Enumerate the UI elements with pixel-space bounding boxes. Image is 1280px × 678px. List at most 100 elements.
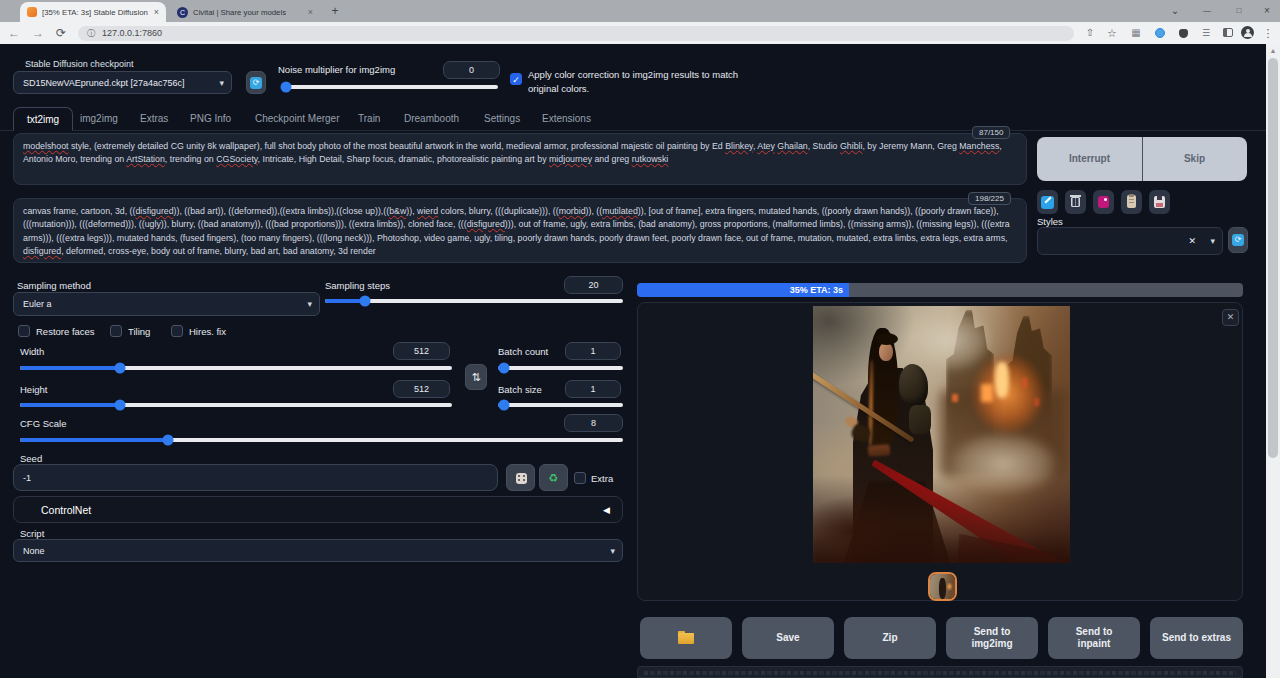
color-correction-checkbox[interactable]: ✓ <box>510 73 522 85</box>
refresh-checkpoint-button[interactable]: ⟳ <box>246 71 266 94</box>
height-slider[interactable] <box>20 403 452 407</box>
controlnet-accordion[interactable]: ControlNet ◀ <box>13 496 623 523</box>
window-minimize[interactable]: — <box>1192 0 1222 22</box>
noise-multiplier-slider[interactable] <box>281 85 498 89</box>
extra-seed-checkbox[interactable] <box>574 472 586 484</box>
scrollbar-thumb[interactable] <box>1268 58 1278 458</box>
zip-button[interactable]: Zip <box>844 617 936 659</box>
profile-avatar[interactable] <box>1239 22 1255 44</box>
bookmark-star-icon[interactable]: ☆ <box>1104 22 1120 44</box>
noise-multiplier-label: Noise multiplier for img2img <box>278 64 395 75</box>
folder-icon <box>678 633 694 644</box>
back-icon[interactable]: ← <box>8 22 20 44</box>
batch-size-input[interactable]: 1 <box>565 380 621 398</box>
recycle-icon: ♻ <box>549 471 559 484</box>
hires-fix-checkbox[interactable] <box>171 325 183 337</box>
batch-count-input[interactable]: 1 <box>565 342 621 360</box>
side-panel-icon[interactable] <box>1220 22 1236 44</box>
prompt-textarea[interactable]: modelshoot style, (extremely detailed CG… <box>13 133 1027 185</box>
reload-icon[interactable]: ⟳ <box>56 22 66 44</box>
stable-diffusion-webui: Stable Diffusion checkpoint SD15NewVAEpr… <box>0 44 1280 678</box>
width-input[interactable]: 512 <box>393 342 450 360</box>
page-scrollbar[interactable]: ▲ <box>1266 44 1280 678</box>
width-label: Width <box>20 346 44 357</box>
refresh-styles-button[interactable]: ⟳ <box>1228 227 1248 253</box>
generation-info-box <box>637 666 1243 678</box>
gallery-thumbnail[interactable] <box>928 572 957 601</box>
send-to-extras-button[interactable]: Send to extras <box>1150 617 1243 659</box>
forward-icon[interactable]: → <box>32 22 44 44</box>
tab-close-icon[interactable]: × <box>154 7 159 17</box>
negative-prompt-textarea[interactable]: canvas frame, cartoon, 3d, ((disfigured)… <box>13 198 1027 263</box>
tiling-checkbox[interactable] <box>110 325 122 337</box>
close-image-button[interactable]: ✕ <box>1222 309 1239 326</box>
checkpoint-label: Stable Diffusion checkpoint <box>25 59 133 69</box>
sampling-steps-input[interactable]: 20 <box>564 276 623 294</box>
batch-count-slider[interactable] <box>498 366 623 370</box>
width-slider[interactable] <box>20 366 452 370</box>
cfg-scale-label: CFG Scale <box>20 418 66 429</box>
interrupt-button[interactable]: Interrupt <box>1037 137 1142 181</box>
open-folder-button[interactable] <box>640 617 732 659</box>
swap-dimensions-button[interactable]: ⇅ <box>465 364 487 390</box>
tab-extras[interactable]: Extras <box>140 113 168 124</box>
site-info-icon[interactable]: ⓘ <box>87 26 95 41</box>
tab-settings[interactable]: Settings <box>484 113 520 124</box>
tab-title: [35% ETA: 3s] Stable Diffusion <box>42 8 148 17</box>
window-close[interactable]: × <box>1252 0 1280 22</box>
batch-size-slider[interactable] <box>498 403 623 407</box>
send-to-inpaint-button[interactable]: Send to inpaint <box>1048 617 1140 659</box>
window-maximize[interactable]: □ <box>1224 0 1254 22</box>
cfg-scale-input[interactable]: 8 <box>564 414 623 432</box>
url-text: 127.0.0.1:7860 <box>102 26 162 41</box>
browser-tab-civitai[interactable]: C Civitai | Share your models × <box>170 2 320 22</box>
chevron-down-icon: ▾ <box>307 299 312 309</box>
clear-prompt-button[interactable] <box>1065 190 1086 214</box>
extension-pin-icon[interactable] <box>1175 22 1191 44</box>
tab-checkpoint-merger[interactable]: Checkpoint Merger <box>255 113 339 124</box>
apply-style-button[interactable] <box>1121 190 1142 214</box>
tab-dreambooth[interactable]: Dreambooth <box>404 113 459 124</box>
browser-tab-stable-diffusion[interactable]: [35% ETA: 3s] Stable Diffusion × <box>20 2 166 22</box>
skip-button[interactable]: Skip <box>1142 137 1247 181</box>
prompt-token-counter: 87/150 <box>972 126 1010 139</box>
styles-dropdown[interactable]: ✕ ▾ <box>1037 227 1223 255</box>
save-button[interactable]: Save <box>742 617 834 659</box>
stable-diffusion-favicon <box>27 7 37 17</box>
tab-txt2img[interactable]: txt2img <box>13 107 73 131</box>
tab-close-icon[interactable]: × <box>308 7 313 17</box>
extra-networks-button[interactable] <box>1093 190 1114 214</box>
tab-extensions[interactable]: Extensions <box>542 113 591 124</box>
styles-label: Styles <box>1037 216 1063 227</box>
sampling-method-dropdown[interactable]: Euler a ▾ <box>13 292 320 316</box>
save-style-button[interactable] <box>1149 190 1170 214</box>
generated-image[interactable] <box>813 306 1070 563</box>
restore-faces-checkbox[interactable] <box>18 325 30 337</box>
send-to-img2img-button[interactable]: Send to img2img <box>946 617 1038 659</box>
cfg-scale-slider[interactable] <box>20 438 623 442</box>
tab-img2img[interactable]: img2img <box>80 113 118 124</box>
share-icon[interactable]: ⇧ <box>1082 22 1098 44</box>
random-seed-button[interactable] <box>506 464 535 491</box>
negative-token-counter: 198/225 <box>968 192 1011 205</box>
clear-styles-icon[interactable]: ✕ <box>1188 236 1196 246</box>
extension-grid-icon[interactable]: ▦ <box>1128 22 1144 44</box>
reuse-seed-button[interactable]: ♻ <box>539 464 568 491</box>
tab-png-info[interactable]: PNG Info <box>190 113 231 124</box>
script-dropdown[interactable]: None ▾ <box>13 539 623 562</box>
sampling-steps-slider[interactable] <box>325 299 623 303</box>
scrollbar-up-arrow[interactable]: ▲ <box>1269 47 1277 55</box>
height-input[interactable]: 512 <box>393 380 450 398</box>
checkpoint-dropdown[interactable]: SD15NewVAEpruned.ckpt [27a4ac756c] ▾ <box>13 71 232 94</box>
noise-multiplier-input[interactable]: 0 <box>443 61 500 79</box>
reading-list-icon[interactable]: ☰ <box>1198 22 1214 44</box>
tab-train[interactable]: Train <box>358 113 380 124</box>
new-tab-button[interactable]: + <box>325 0 345 22</box>
window-menu-chevron[interactable]: ⌄ <box>1160 0 1190 22</box>
paste-params-button[interactable] <box>1037 190 1058 214</box>
browser-menu-icon[interactable]: ⋮ <box>1260 22 1276 44</box>
progress-text: 35% ETA: 3s <box>637 283 843 297</box>
seed-input[interactable]: -1 <box>13 464 498 491</box>
address-bar[interactable]: ⓘ 127.0.0.1:7860 <box>78 26 1074 41</box>
extension-blue-icon[interactable] <box>1152 22 1168 44</box>
